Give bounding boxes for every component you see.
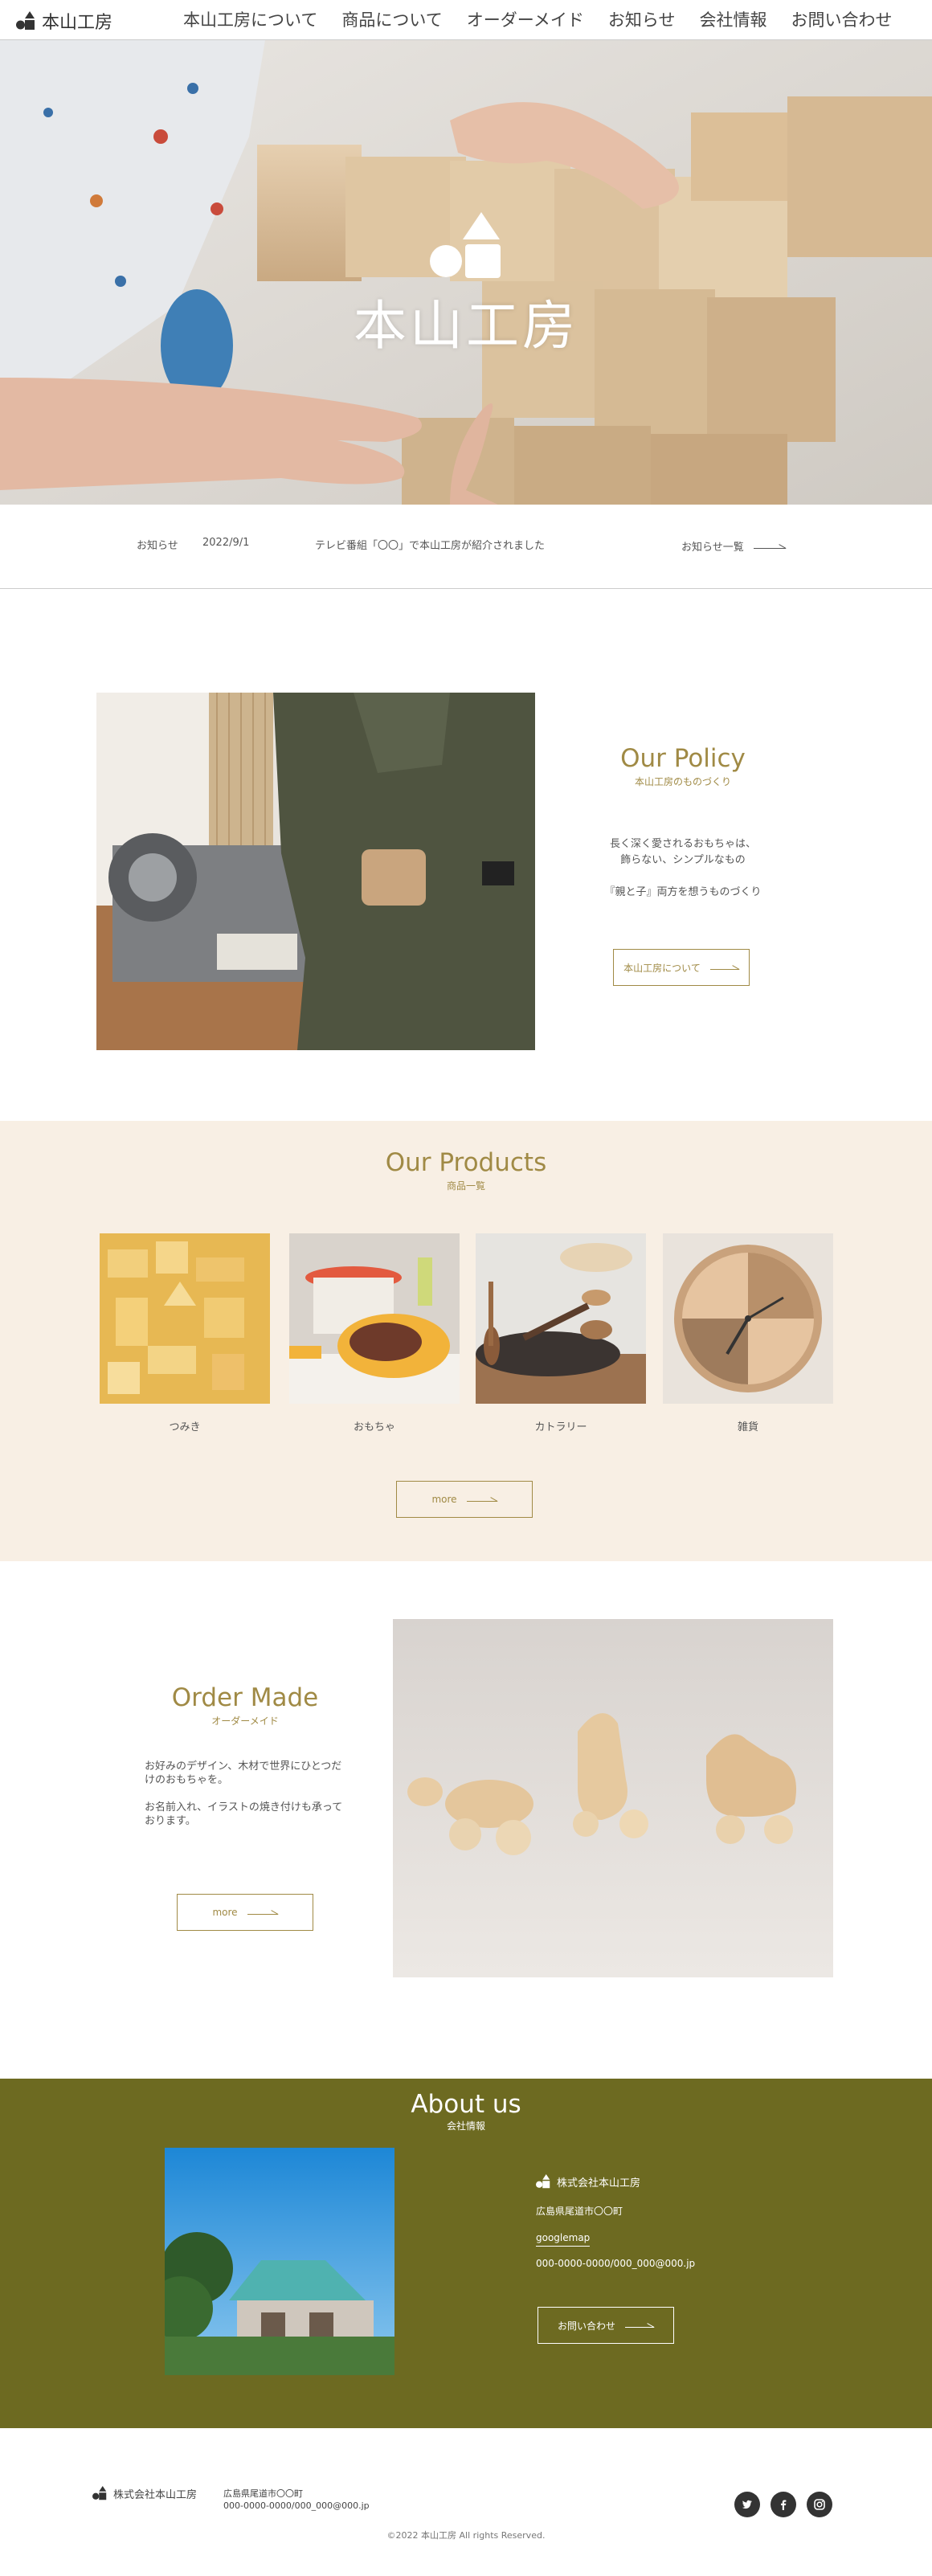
about-section: About us 会社情報 株式会社本山工房 広島県尾道市〇〇町 googlem… xyxy=(0,2079,932,2428)
policy-title: Our Policy xyxy=(620,744,746,773)
news-list-label: お知らせ一覧 xyxy=(681,542,744,554)
product-name-cutlery: カトラリー xyxy=(534,1421,587,1433)
footer-address-block: 広島県尾道市〇〇町 000-0000-0000/000_000@000.jp xyxy=(223,2488,370,2512)
policy-photo xyxy=(96,693,535,1050)
hero-title: 本山工房 xyxy=(354,295,578,357)
news-date: 2022/9/1 xyxy=(202,537,250,549)
facebook-icon xyxy=(781,2500,787,2510)
about-subtitle: 会社情報 xyxy=(446,2120,485,2132)
arrow-right-icon xyxy=(466,1497,497,1502)
product-name-omocha: おもちゃ xyxy=(353,1421,395,1433)
policy-body: 長く深く愛されるおもちゃは、 飾らない、シンプルなもの 『親と子』両方を想うものづ… xyxy=(578,836,787,901)
contact-button-label: お問い合わせ xyxy=(557,2320,615,2332)
product-name-tsumiki: つみき xyxy=(169,1421,201,1433)
order-paragraph-1: お好みのデザイン、木材で世界にひとつだけのおもちゃを。 xyxy=(145,1760,342,1786)
order-title: Order Made xyxy=(171,1683,319,1712)
nav-item-order-made[interactable]: オーダーメイド xyxy=(467,8,584,32)
logo-text: 本山工房 xyxy=(42,13,113,33)
products-title: Our Products xyxy=(385,1148,547,1177)
product-image-tsumiki xyxy=(100,1233,270,1404)
product-card-cutlery[interactable]: カトラリー xyxy=(476,1233,646,1433)
logo-mark-icon xyxy=(16,11,35,30)
arrow-right-icon xyxy=(247,1910,278,1915)
products-more-button[interactable]: more xyxy=(396,1481,533,1518)
copyright: ©2022 本山工房 All rights Reserved. xyxy=(386,2530,546,2541)
footer-company-name: 株式会社本山工房 xyxy=(113,2488,198,2501)
site-logo[interactable]: 本山工房 xyxy=(16,8,112,34)
hero-section: 本山工房 xyxy=(0,40,932,505)
about-info: 株式会社本山工房 広島県尾道市〇〇町 googlemap 000-0000-00… xyxy=(536,2173,695,2269)
footer-company: 株式会社本山工房 xyxy=(92,2485,197,2501)
about-company: 株式会社本山工房 xyxy=(536,2173,695,2190)
products-heading: Our Products 商品一覧 xyxy=(0,1148,932,1192)
products-subtitle: 商品一覧 xyxy=(446,1180,485,1192)
order-photo xyxy=(393,1619,833,1977)
policy-text-block: Our Policy 本山工房のものづくり 長く深く愛されるおもちゃは、 飾らない… xyxy=(578,744,787,917)
arrow-right-icon xyxy=(709,965,739,970)
policy-line-2: 飾らない、シンプルなもの xyxy=(620,854,746,866)
footer-contact: 000-0000-0000/000_000@000.jp xyxy=(223,2500,370,2511)
arrow-right-icon xyxy=(625,2323,654,2328)
order-subtitle: オーダーメイド xyxy=(211,1715,279,1727)
footer-logo-icon xyxy=(92,2486,107,2500)
order-more-button[interactable]: more xyxy=(177,1894,313,1931)
hero-logo: 本山工房 xyxy=(0,211,932,360)
product-card-tsumiki[interactable]: つみき xyxy=(100,1233,270,1433)
order-text-block: Order Made オーダーメイド お好みのデザイン、木材で世界にひとつだけの… xyxy=(145,1683,345,1842)
policy-line-3: 『親と子』両方を想うものづくり xyxy=(604,886,762,898)
products-more-label: more xyxy=(431,1494,457,1505)
products-section: Our Products 商品一覧 つみき おもちゃ カトラリー 雑貨 more xyxy=(0,1121,932,1561)
nav-item-company[interactable]: 会社情報 xyxy=(700,8,767,32)
site-header: 本山工房 本山工房について 商品について オーダーメイド お知らせ 会社情報 お… xyxy=(0,0,932,40)
instagram-link[interactable] xyxy=(807,2492,832,2517)
order-paragraph-2: お名前入れ、イラストの焼き付けも承っております。 xyxy=(145,1801,343,1827)
about-studio-button[interactable]: 本山工房について xyxy=(613,949,750,986)
news-label: お知らせ xyxy=(137,540,178,552)
news-list-link[interactable]: お知らせ一覧 xyxy=(681,538,786,554)
contact-button[interactable]: お問い合わせ xyxy=(538,2307,674,2344)
twitter-icon xyxy=(742,2500,752,2509)
hero-logo-mark-icon xyxy=(430,212,501,278)
arrow-right-icon xyxy=(753,544,786,549)
policy-subtitle: 本山工房のものづくり xyxy=(634,776,731,787)
googlemap-link[interactable]: googlemap xyxy=(536,2232,591,2247)
about-company-name: 株式会社本山工房 xyxy=(557,2177,641,2190)
order-body: お好みのデザイン、木材で世界にひとつだけのおもちゃを。 お名前入れ、イラストの焼… xyxy=(145,1760,345,1828)
main-nav: 本山工房について 商品について オーダーメイド お知らせ 会社情報 お問い合わせ xyxy=(183,8,893,32)
policy-line-1: 長く深く愛されるおもちゃは、 xyxy=(609,838,756,850)
footer-address: 広島県尾道市〇〇町 xyxy=(223,2488,303,2499)
nav-item-news[interactable]: お知らせ xyxy=(608,8,676,32)
about-photo xyxy=(165,2148,394,2375)
nav-item-contact[interactable]: お問い合わせ xyxy=(791,8,893,32)
product-image-cutlery xyxy=(476,1233,646,1404)
news-headline-link[interactable]: テレビ番組「〇〇」で本山工房が紹介されました xyxy=(315,537,545,552)
about-studio-button-label: 本山工房について xyxy=(623,962,701,974)
product-name-zakka: 雑貨 xyxy=(737,1421,758,1433)
twitter-link[interactable] xyxy=(734,2492,760,2517)
product-image-omocha xyxy=(289,1233,460,1404)
nav-item-about[interactable]: 本山工房について xyxy=(183,8,317,32)
nav-item-products[interactable]: 商品について xyxy=(341,8,442,32)
about-title: About us xyxy=(411,2090,521,2119)
facebook-link[interactable] xyxy=(771,2492,796,2517)
instagram-icon xyxy=(814,2499,825,2510)
company-logo-icon xyxy=(536,2174,550,2189)
product-image-zakka xyxy=(663,1233,833,1404)
about-heading: About us 会社情報 xyxy=(0,2090,932,2132)
about-contact: 000-0000-0000/000_000@000.jp xyxy=(536,2258,696,2269)
order-more-label: more xyxy=(212,1907,238,1918)
product-card-zakka[interactable]: 雑貨 xyxy=(663,1233,833,1433)
news-bar: お知らせ 2022/9/1 テレビ番組「〇〇」で本山工房が紹介されました お知ら… xyxy=(0,505,932,589)
product-card-omocha[interactable]: おもちゃ xyxy=(289,1233,460,1433)
about-address: 広島県尾道市〇〇町 xyxy=(536,2206,623,2217)
